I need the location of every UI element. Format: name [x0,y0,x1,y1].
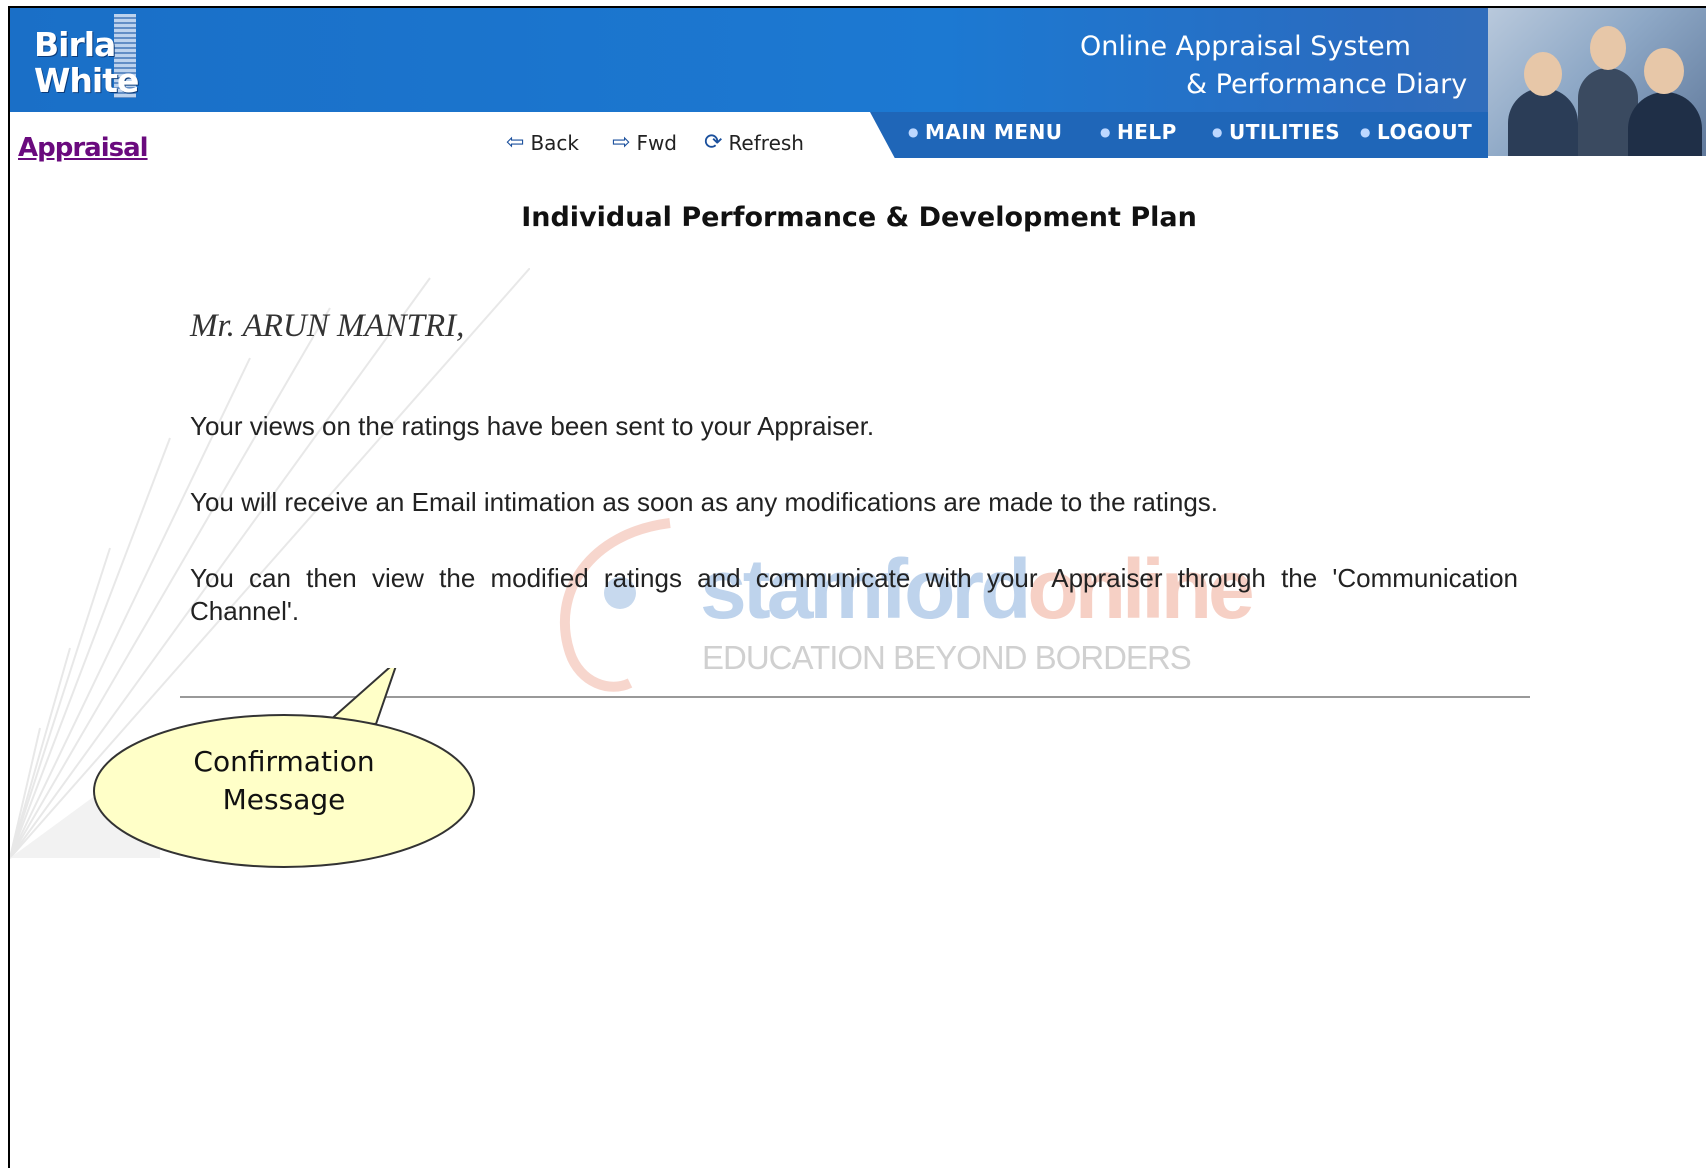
refresh-label: Refresh [728,130,804,155]
appraisal-link[interactable]: Appraisal [18,133,149,163]
nav-main-menu[interactable]: ● MAIN MENU [908,120,1063,144]
bullet-icon: ● [908,125,919,139]
nav-logout[interactable]: ● LOGOUT [1360,120,1472,144]
birla-white-logo: Birla White [28,14,146,106]
page-title: Individual Performance & Development Pla… [521,202,1197,233]
app-title-line1: Online Appraisal System [1080,31,1411,62]
app-title-line2: & Performance Diary [1186,69,1468,100]
callout-line1: Confirmation [193,745,375,778]
confirmation-message-2: You will receive an Email intimation as … [190,487,1219,517]
confirmation-callout: Confirmation Message [90,656,490,868]
back-button[interactable]: ⇦ Back [506,130,579,155]
bullet-icon: ● [1212,125,1223,139]
browser-frame: Birla White Online Appraisal System & Pe… [8,6,1706,1168]
callout-text: Confirmation Message [184,743,384,819]
logo-word-white: White [34,61,139,100]
fwd-label: Fwd [636,130,677,155]
back-label: Back [530,130,579,155]
fwd-button[interactable]: ⇨ Fwd [612,130,677,155]
nav-main-menu-label: MAIN MENU [924,120,1063,144]
watermark-tagline: EDUCATION BEYOND BORDERS [702,639,1192,676]
business-people-photo [1488,8,1706,156]
nav-utilities-label: UTILITIES [1228,120,1341,144]
header-banner: Birla White Online Appraisal System & Pe… [10,8,1706,112]
arrow-right-icon: ⇨ [612,130,631,155]
nav-help-label: HELP [1116,120,1177,144]
confirmation-message-3: You can then view the modified ratings a… [190,563,1518,626]
bullet-icon: ● [1100,125,1111,139]
app-title: Online Appraisal System & Performance Di… [1080,28,1467,104]
greeting: Mr. ARUN MANTRI, [190,308,465,344]
confirmation-message-1: Your views on the ratings have been sent… [190,411,875,441]
arrow-left-icon: ⇦ [506,130,525,155]
bullet-icon: ● [1360,125,1371,139]
nav-help[interactable]: ● HELP [1100,120,1177,144]
callout-line2: Message [222,783,346,816]
logo-word-birla: Birla [34,25,116,64]
refresh-icon: ⟳ [704,130,723,155]
nav-logout-label: LOGOUT [1376,120,1473,144]
refresh-button[interactable]: ⟳ Refresh [704,130,804,155]
nav-utilities[interactable]: ● UTILITIES [1212,120,1340,144]
